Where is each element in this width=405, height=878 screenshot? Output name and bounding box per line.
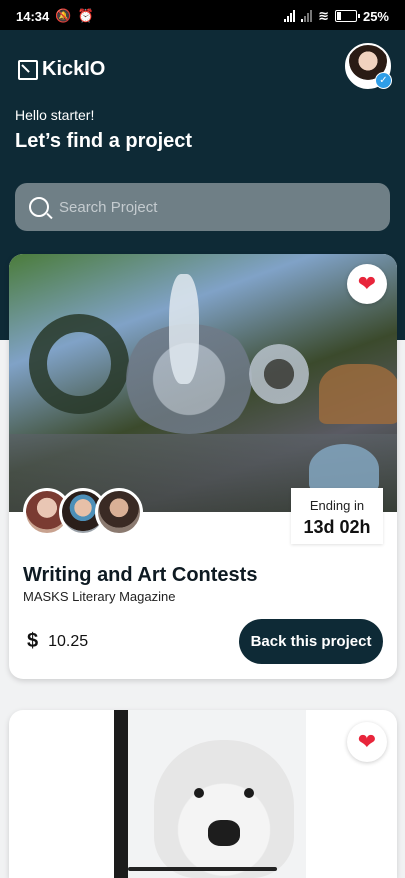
page-title: Let’s find a project bbox=[15, 130, 193, 152]
logo-icon bbox=[18, 59, 38, 80]
wifi-icon: ≋ bbox=[318, 8, 329, 23]
project-card[interactable]: ❤ Ending in 13d 02h Writing and Art Cont… bbox=[9, 254, 397, 679]
favorite-heart-icon[interactable]: ❤ bbox=[347, 722, 387, 762]
logo-text: KickIO bbox=[42, 58, 106, 80]
search-icon bbox=[29, 197, 49, 217]
project-amount: $ 10.25 bbox=[27, 630, 88, 653]
signal-secondary-icon bbox=[301, 10, 313, 22]
user-avatar[interactable]: ✓ bbox=[345, 43, 392, 89]
project-title[interactable]: Writing and Art Contests bbox=[23, 564, 257, 587]
battery-icon bbox=[334, 10, 360, 22]
home-indicator[interactable] bbox=[128, 867, 277, 871]
backer-avatar bbox=[95, 488, 143, 536]
status-time: 14:34 bbox=[16, 8, 50, 24]
polar-bear-image bbox=[154, 740, 294, 878]
project-organization: MASKS Literary Magazine bbox=[23, 589, 176, 604]
search-input[interactable] bbox=[57, 197, 376, 217]
back-project-button[interactable]: Back this project bbox=[239, 619, 383, 664]
ending-timer: Ending in 13d 02h bbox=[291, 488, 383, 544]
project-card[interactable]: ❤ bbox=[9, 710, 397, 878]
signal-icon bbox=[284, 10, 296, 22]
search-bar[interactable] bbox=[15, 183, 390, 231]
battery-percent: 25% bbox=[362, 8, 389, 24]
mute-bell-icon: 🔕 bbox=[55, 8, 72, 23]
favorite-heart-icon[interactable]: ❤ bbox=[347, 264, 387, 304]
status-bar: 14:34 🔕 ⏰ ≋ 25% bbox=[0, 0, 405, 30]
alarm-icon: ⏰ bbox=[77, 8, 94, 23]
app-logo[interactable]: KickIO bbox=[18, 58, 105, 81]
ending-value: 13d 02h bbox=[303, 517, 371, 537]
project-image[interactable] bbox=[9, 254, 397, 512]
project-image[interactable] bbox=[114, 710, 306, 878]
ending-label: Ending in bbox=[309, 498, 365, 513]
dollar-icon: $ bbox=[27, 630, 39, 652]
verified-badge-icon: ✓ bbox=[375, 72, 392, 89]
greeting-text: Hello starter! bbox=[15, 107, 95, 123]
amount-value: 10.25 bbox=[48, 632, 89, 650]
